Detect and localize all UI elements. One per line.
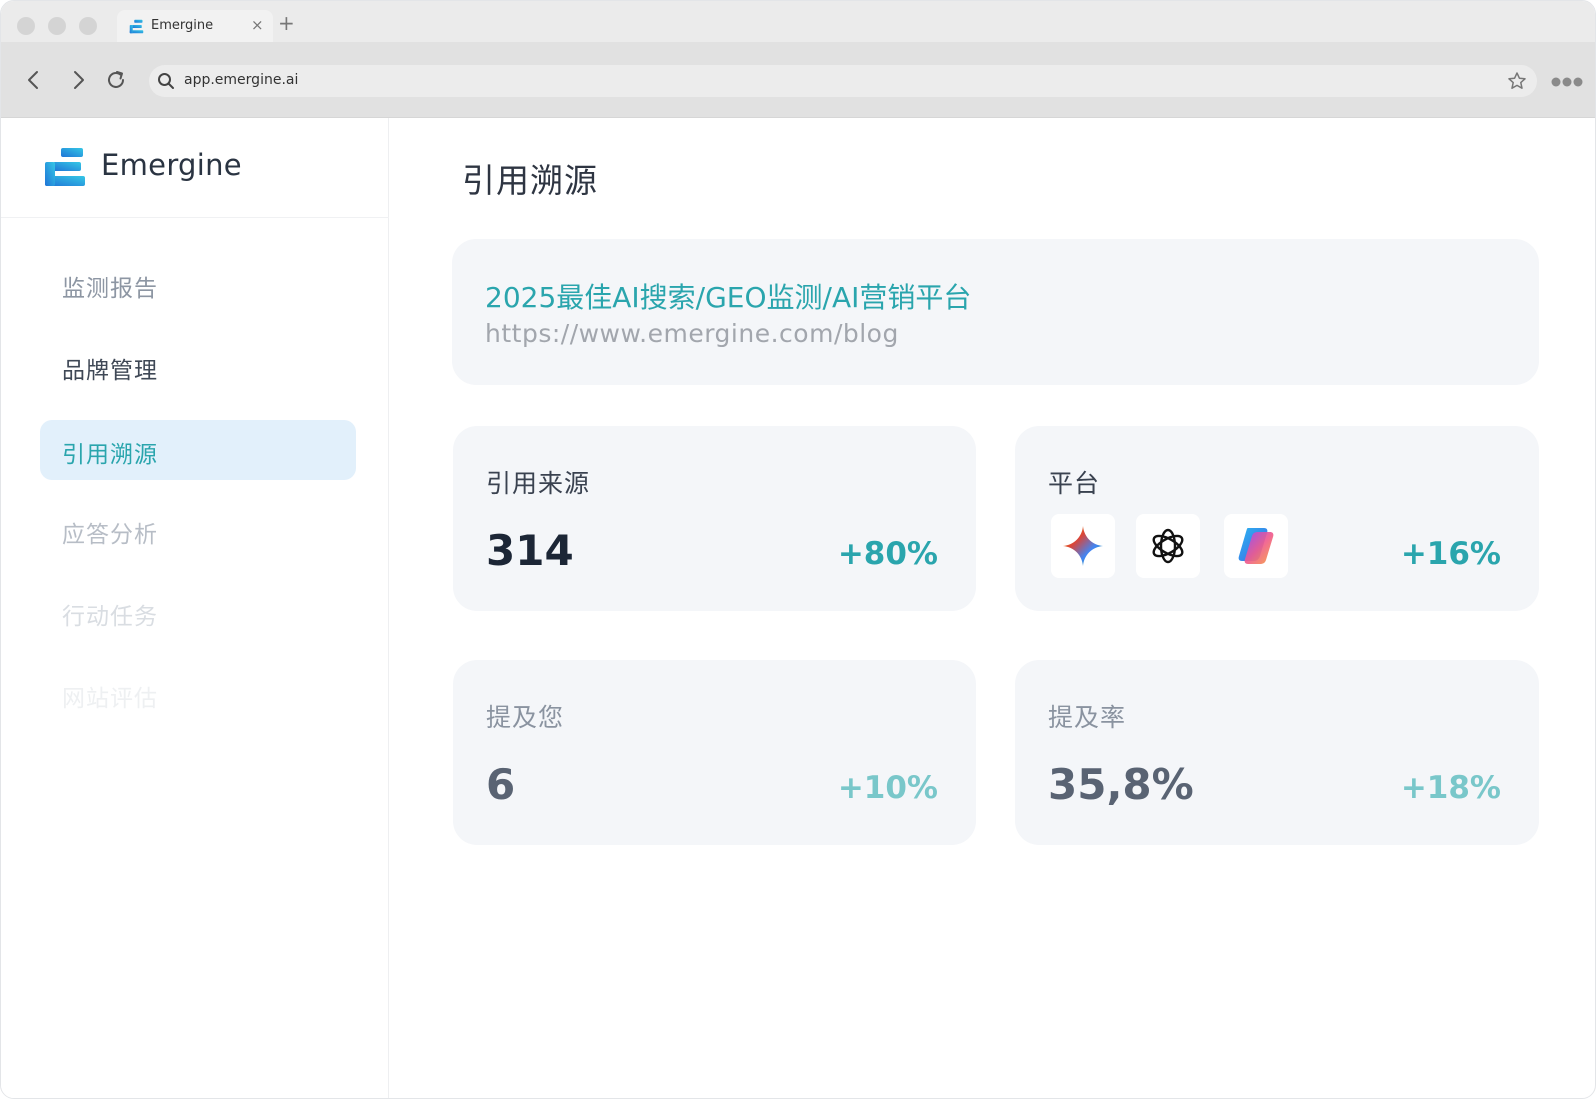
copilot-icon: [1238, 528, 1274, 564]
stat-change: +80%: [837, 536, 938, 572]
openai-icon: [1152, 528, 1184, 564]
stat-value: 6: [486, 760, 516, 809]
sidebar-item-label: 引用溯源: [62, 442, 158, 468]
forward-arrow-icon[interactable]: [67, 69, 89, 91]
new-tab-button[interactable]: +: [278, 13, 295, 33]
page-title: 引用溯源: [462, 161, 598, 200]
stat-card-mentions: 提及您 6 +10%: [453, 660, 976, 845]
brand-name: Emergine: [101, 148, 242, 182]
more-menu-icon[interactable]: [1551, 77, 1583, 87]
reload-icon[interactable]: [105, 69, 127, 91]
sidebar-item-label: 行动任务: [62, 604, 158, 630]
sidebar-item-brand-management[interactable]: 品牌管理: [40, 336, 356, 396]
reference-url[interactable]: https://www.emergine.com/blog: [485, 319, 899, 348]
sidebar-item-label: 品牌管理: [62, 358, 158, 384]
stat-value: 314: [486, 526, 574, 575]
sidebar-item-citation-tracing[interactable]: 引用溯源: [40, 420, 356, 480]
stat-change: +10%: [837, 770, 938, 806]
stat-card-mention-rate: 提及率 35,8% +18%: [1015, 660, 1539, 845]
tab-close-button[interactable]: ×: [251, 15, 264, 35]
browser-window: Emergine × + app.emergine.ai Emergine 监测…: [0, 0, 1596, 1099]
sidebar-item-label: 网站评估: [62, 686, 158, 712]
address-bar[interactable]: app.emergine.ai: [149, 65, 1537, 97]
back-arrow-icon[interactable]: [23, 69, 45, 91]
close-window-button[interactable]: [17, 17, 35, 35]
browser-toolbar: app.emergine.ai: [1, 42, 1595, 118]
search-icon: [158, 73, 174, 89]
sidebar-item-action-tasks[interactable]: 行动任务: [40, 582, 356, 642]
maximize-window-button[interactable]: [79, 17, 97, 35]
stat-label: 提及您: [486, 703, 565, 732]
emergine-logo-icon: [45, 148, 85, 186]
platform-copilot[interactable]: [1224, 514, 1288, 578]
sidebar-item-response-analysis[interactable]: 应答分析: [40, 500, 356, 560]
stat-change: +18%: [1400, 770, 1501, 806]
sidebar-item-monitoring-report[interactable]: 监测报告: [40, 254, 356, 314]
sidebar: Emergine 监测报告 品牌管理 引用溯源 应答分析 行动任务 网站评估: [1, 118, 389, 1098]
stat-label: 平台: [1048, 469, 1101, 498]
tab-bar: Emergine × +: [1, 1, 1595, 42]
emergine-favicon-icon: [129, 19, 144, 34]
sidebar-item-label: 监测报告: [62, 276, 158, 302]
browser-tab[interactable]: Emergine ×: [117, 10, 273, 42]
stat-label: 提及率: [1048, 703, 1127, 732]
brand-header: Emergine: [1, 118, 389, 218]
minimize-window-button[interactable]: [48, 17, 66, 35]
url-text: app.emergine.ai: [184, 72, 299, 88]
stat-card-citation-sources: 引用来源 314 +80%: [453, 426, 976, 611]
tab-title: Emergine: [151, 18, 214, 33]
gemini-icon: [1063, 526, 1103, 566]
stat-value: 35,8%: [1048, 760, 1194, 809]
sidebar-item-site-evaluation[interactable]: 网站评估: [40, 664, 356, 724]
stat-change: +16%: [1400, 536, 1501, 572]
platform-openai[interactable]: [1136, 514, 1200, 578]
stat-card-platforms: 平台 +16%: [1015, 426, 1539, 611]
platform-gemini[interactable]: [1051, 514, 1115, 578]
sidebar-item-label: 应答分析: [62, 522, 158, 548]
reference-card[interactable]: 2025最佳AI搜索/GEO监测/AI营销平台 https://www.emer…: [452, 239, 1539, 385]
reference-title[interactable]: 2025最佳AI搜索/GEO监测/AI营销平台: [485, 276, 971, 316]
bookmark-star-icon[interactable]: [1507, 71, 1527, 91]
stat-label: 引用来源: [486, 469, 591, 498]
